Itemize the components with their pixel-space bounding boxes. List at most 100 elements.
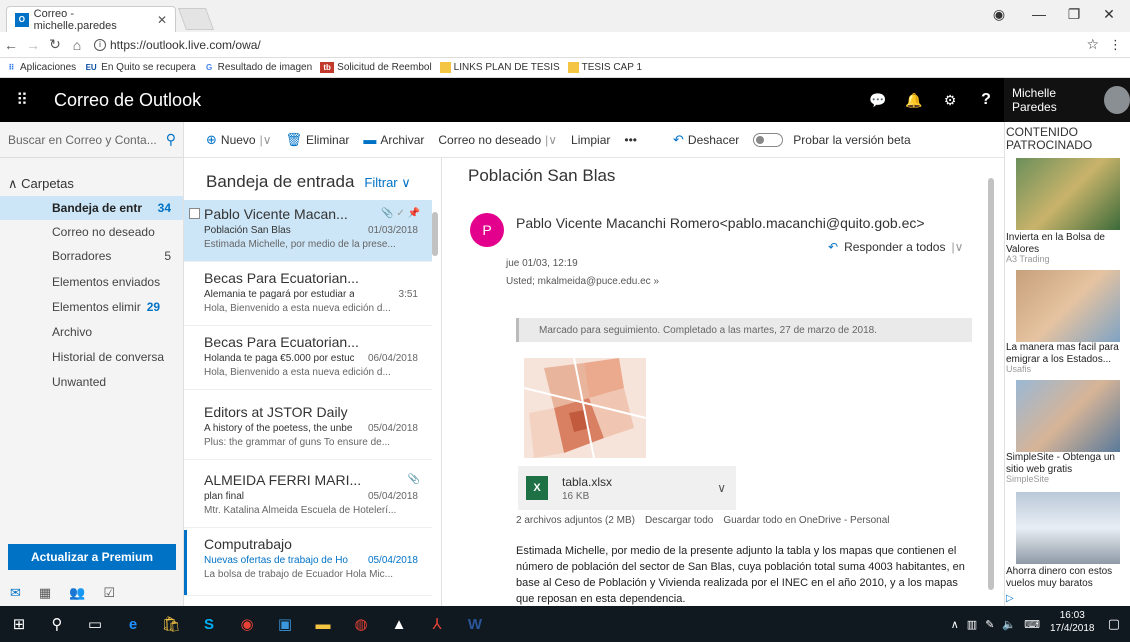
folder-junk[interactable]: Correo no deseado xyxy=(0,220,183,244)
folder-unwanted[interactable]: Unwanted xyxy=(0,370,183,394)
clock[interactable]: 16:03 17/4/2018 xyxy=(1050,609,1095,635)
search-icon[interactable]: ⚲ xyxy=(38,606,76,642)
file-explorer-icon[interactable]: ▬ xyxy=(304,606,342,642)
message-item[interactable]: Becas Para Ecuatorian... Holanda te paga… xyxy=(184,328,432,390)
new-button[interactable]: ⊕ Nuevo |∨ xyxy=(206,132,272,148)
back-icon[interactable]: ← xyxy=(0,37,22,53)
ad-image[interactable] xyxy=(1016,158,1120,230)
folder-conversation-history[interactable]: Historial de conversa xyxy=(0,345,183,369)
user-menu[interactable]: Michelle Paredes xyxy=(1004,78,1130,122)
network-icon[interactable]: ▥ xyxy=(967,618,977,631)
bookmark-google[interactable]: G Resultado de imagen xyxy=(204,62,312,73)
reply-all-button[interactable]: ↶ Responder a todos |∨ xyxy=(828,240,963,254)
settings-gear-icon[interactable]: ⚙ xyxy=(932,78,968,122)
message-item[interactable]: ALMEIDA FERRI MARI... plan final 05/04/20… xyxy=(184,466,432,528)
message-item[interactable]: Becas Para Ecuatorian... Alemania te pag… xyxy=(184,264,432,326)
bookmark-apps[interactable]: ⠿ Aplicaciones xyxy=(6,62,76,73)
message-item[interactable]: Pablo Vicente Macan... Población San Bla… xyxy=(184,200,432,262)
action-center-icon[interactable]: ▢ xyxy=(1108,616,1120,632)
archive-button[interactable]: ▬ Archivar xyxy=(363,132,424,147)
chrome-icon[interactable]: ◉ xyxy=(228,606,266,642)
browser-tab[interactable]: O Correo - michelle.paredes ✕ xyxy=(6,6,176,32)
keyboard-icon[interactable]: ⌨ xyxy=(1024,618,1040,631)
save-all-onedrive-link[interactable]: Guardar todo en OneDrive - Personal xyxy=(723,515,889,526)
delete-button[interactable]: 🗑 Eliminar xyxy=(286,132,350,148)
filter-button[interactable]: Filtrar ∨ xyxy=(364,175,410,191)
beta-toggle[interactable]: Probar la versión beta xyxy=(753,132,911,147)
upgrade-premium-button[interactable]: Actualizar a Premium xyxy=(8,544,176,570)
home-icon[interactable]: ⌂ xyxy=(66,37,88,53)
reload-icon[interactable]: ↻ xyxy=(44,36,66,53)
app-icon[interactable]: ▣ xyxy=(266,606,304,642)
folder-sent[interactable]: Elementos enviados xyxy=(0,270,183,294)
recipients[interactable]: Usted; mkalmeida@puce.edu.ec » xyxy=(506,276,659,287)
bookmark-star-icon[interactable]: ☆ xyxy=(1086,36,1099,53)
tasks-icon[interactable]: ☑ xyxy=(103,585,115,601)
toggle-switch[interactable] xyxy=(753,132,784,147)
skype-icon[interactable]: S xyxy=(190,606,228,642)
skype-chat-icon[interactable]: 💬 xyxy=(860,78,896,122)
mail-icon[interactable]: ✉ xyxy=(10,585,21,601)
calendar-icon[interactable]: ▦ xyxy=(39,585,51,601)
bookmark-tesis-cap1[interactable]: TESIS CAP 1 xyxy=(567,62,642,73)
chevron-down-icon[interactable]: |∨ xyxy=(951,240,963,254)
bookmark-links-tesis[interactable]: LINKS PLAN DE TESIS xyxy=(439,62,560,73)
junk-button[interactable]: Correo no deseado |∨ xyxy=(438,133,557,147)
forward-icon[interactable]: → xyxy=(22,37,44,53)
expand-icon[interactable]: » xyxy=(653,276,659,287)
more-button[interactable]: ••• xyxy=(624,133,637,147)
search-input[interactable]: Buscar en Correo y Conta... ⚲ xyxy=(0,122,184,158)
ad-text[interactable]: Ahorra dinero con estos vuelos muy barat… xyxy=(1006,566,1126,590)
profile-icon[interactable]: ◉ xyxy=(985,6,1013,23)
minimize-button[interactable]: — xyxy=(1025,6,1053,22)
word-icon[interactable]: W xyxy=(456,606,494,642)
attachment-card[interactable]: X tabla.xlsx 16 KB ∨ xyxy=(518,466,736,510)
windows-start-icon[interactable]: ⊞ xyxy=(0,606,38,642)
message-item[interactable]: Editors at JSTOR Daily A history of the … xyxy=(184,398,432,460)
ad-text[interactable]: SimpleSite - Obtenga un sitio web gratis xyxy=(1006,452,1126,476)
ad-text[interactable]: La manera mas facil para emigrar a los E… xyxy=(1006,342,1126,366)
close-window-button[interactable]: ✕ xyxy=(1095,6,1123,23)
folder-deleted[interactable]: Elementos elimir 29 xyxy=(0,295,183,319)
system-tray[interactable]: ∧ ▥ ✎ 🔈 ⌨ xyxy=(951,618,1040,631)
search-icon[interactable]: ⚲ xyxy=(166,131,176,148)
people-icon[interactable]: 👥 xyxy=(69,585,85,601)
task-view-icon[interactable]: ▭ xyxy=(76,606,114,642)
sender-avatar[interactable]: P xyxy=(470,213,504,247)
map-image[interactable] xyxy=(524,358,646,458)
folder-archive[interactable]: Archivo xyxy=(0,320,183,344)
app-launcher-icon[interactable]: ⠿ xyxy=(0,78,44,122)
folders-heading[interactable]: ∧ Carpetas xyxy=(8,176,74,192)
download-all-link[interactable]: Descargar todo xyxy=(645,515,713,526)
volume-icon[interactable]: 🔈 xyxy=(1002,618,1016,631)
pen-icon[interactable]: ✎ xyxy=(985,618,994,631)
url-field[interactable]: i https://outlook.live.com/owa/ xyxy=(94,38,261,52)
sender-name[interactable]: Pablo Vicente Macanchi Romero<pablo.maca… xyxy=(516,215,925,231)
folder-inbox[interactable]: Bandeja de entr 34 xyxy=(0,196,183,220)
folder-drafts[interactable]: Borradores 5 xyxy=(0,244,183,268)
bookmark-quito[interactable]: EU En Quito se recupera xyxy=(84,62,196,73)
ad-choices-icon[interactable]: ▷ xyxy=(1006,593,1014,604)
ad-text[interactable]: Invierta en la Bolsa de Valores xyxy=(1006,232,1126,256)
edge-icon[interactable]: e xyxy=(114,606,152,642)
close-tab-icon[interactable]: ✕ xyxy=(157,13,167,27)
ad-image[interactable] xyxy=(1016,270,1120,342)
menu-icon[interactable]: ⋮ xyxy=(1109,37,1122,53)
attachment-check-pin-icons[interactable]: 📎 ✓ 📌 xyxy=(381,208,420,219)
restore-button[interactable]: ❐ xyxy=(1060,6,1088,23)
notifications-bell-icon[interactable]: 🔔 xyxy=(896,78,932,122)
app-icon[interactable]: ◍ xyxy=(342,606,380,642)
message-item[interactable]: Computrabajo Nuevas ofertas de trabajo d… xyxy=(184,530,432,596)
chevron-down-icon[interactable]: ∨ xyxy=(717,481,726,495)
select-checkbox[interactable] xyxy=(189,208,200,219)
sweep-button[interactable]: Limpiar xyxy=(571,133,610,147)
bookmark-reembolso[interactable]: tb Solicitud de Reembol xyxy=(320,62,432,73)
ad-image[interactable] xyxy=(1016,380,1120,452)
store-icon[interactable]: 🛍 xyxy=(152,606,190,642)
reading-scrollbar[interactable] xyxy=(988,178,994,590)
list-scrollbar[interactable] xyxy=(432,212,438,256)
info-icon[interactable]: i xyxy=(94,38,106,51)
acrobat-icon[interactable]: ⅄ xyxy=(418,606,456,642)
ad-image[interactable] xyxy=(1016,492,1120,564)
help-icon[interactable]: ? xyxy=(968,78,1004,122)
